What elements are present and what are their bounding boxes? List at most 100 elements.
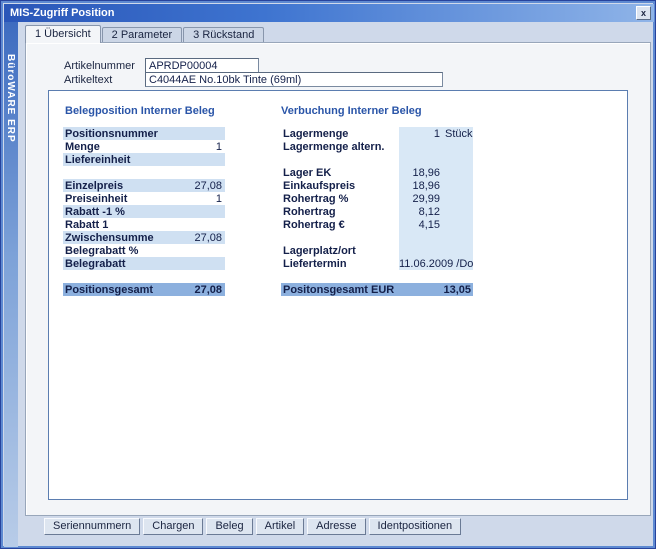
row-label: Einzelpreis [63,180,171,192]
table-row: Einkaufspreis18,96 [281,179,473,192]
row-label: Rabatt 1 [63,219,171,231]
row-label: Belegrabatt % [63,245,171,257]
row-value: 27,08 [171,232,225,244]
table-row: Preiseinheit1 [63,192,225,205]
tab-parameter[interactable]: 2 Parameter [102,27,183,43]
tab-rueckstand[interactable]: 3 Rückstand [183,27,264,43]
row-label: Liefertermin [281,258,399,270]
tab-uebersicht[interactable]: 1 Übersicht [25,25,101,43]
artikeltext-label: Artikeltext [64,74,112,86]
position-detail-panel: Belegposition Interner Beleg Verbuchung … [48,90,628,500]
table-row [63,270,225,283]
table-row: Belegrabatt [63,257,225,270]
table-row [281,231,473,244]
close-button[interactable]: x [636,6,651,20]
right-rows: Lagermenge1Stück Lagermenge altern. Lage… [281,127,473,296]
row-label: Positonsgesamt EUR [281,284,399,296]
table-row: Lagermenge altern. [281,140,473,153]
table-row: Lagermenge1Stück [281,127,473,140]
row-label: Rohertrag [281,206,399,218]
row-value: 1 [399,128,440,140]
row-label: Lager EK [281,167,399,179]
row-label: Rabatt -1 % [63,206,171,218]
row-value: 11.06.2009 /Do [399,258,475,270]
row-label: Zwischensumme [63,232,171,244]
table-row: Rohertrag %29,99 [281,192,473,205]
table-row: Zwischensumme27,08 [63,231,225,244]
row-field: 13,05 [399,283,473,296]
row-value: 13,05 [399,284,473,296]
window-title: MIS-Zugriff Position [10,7,114,19]
row-value: 29,99 [399,193,440,205]
row-value: 1 [171,141,225,153]
row-field: 18,96 [399,179,473,192]
row-value: 27,08 [171,284,225,296]
row-value: 18,96 [399,180,440,192]
row-label: Liefereinheit [63,154,171,166]
row-value: 1 [171,193,225,205]
brand-vertical-text: BüroWARE ERP [5,54,16,143]
close-icon: x [641,8,646,18]
artikelnummer-label: Artikelnummer [64,60,135,72]
row-field: 8,12 [399,205,473,218]
row-label: Einkaufspreis [281,180,399,192]
table-row: Positionsnummer [63,127,225,140]
table-row: Rabatt 1 [63,218,225,231]
dialog-body: 1 Übersicht 2 Parameter 3 Rückstand Arti… [18,22,654,547]
right-column-header: Verbuchung Interner Beleg [281,105,422,117]
table-row: Liefertermin11.06.2009 /Do [281,257,473,270]
row-field [399,231,473,244]
chargen-button[interactable]: Chargen [143,518,203,535]
artikel-button[interactable]: Artikel [256,518,305,535]
artikelnummer-input[interactable] [145,58,259,73]
table-row: Rabatt -1 % [63,205,225,218]
row-value: 4,15 [399,219,440,231]
table-row [63,166,225,179]
total-row: Positonsgesamt EUR13,05 [281,283,473,296]
dialog-window: MIS-Zugriff Position x BüroWARE ERP 1 Üb… [0,0,656,549]
table-row: Lagerplatz/ort [281,244,473,257]
row-label: Positionsnummer [63,128,171,140]
row-value: 18,96 [399,167,440,179]
row-label: Lagerplatz/ort [281,245,399,257]
row-field: 18,96 [399,166,473,179]
row-field: 4,15 [399,218,473,231]
row-value: 27,08 [171,180,225,192]
table-row: Liefereinheit [63,153,225,166]
identpositionen-button[interactable]: Identpositionen [369,518,462,535]
table-row: Belegrabatt % [63,244,225,257]
tab-bar: 1 Übersicht 2 Parameter 3 Rückstand [25,25,265,43]
row-field: 29,99 [399,192,473,205]
row-field: 11.06.2009 /Do [399,257,473,270]
adresse-button[interactable]: Adresse [307,518,365,535]
table-row: Menge1 [63,140,225,153]
row-value: 8,12 [399,206,440,218]
total-row: Positionsgesamt27,08 [63,283,225,296]
row-field [399,153,473,166]
bottom-button-bar: Seriennummern Chargen Beleg Artikel Adre… [44,518,461,535]
row-label: Menge [63,141,171,153]
table-row: Einzelpreis27,08 [63,179,225,192]
beleg-button[interactable]: Beleg [206,518,252,535]
row-label: Rohertrag € [281,219,399,231]
table-row: Rohertrag8,12 [281,205,473,218]
table-row: Lager EK18,96 [281,166,473,179]
left-column-header: Belegposition Interner Beleg [65,105,215,117]
artikeltext-input[interactable] [145,72,443,87]
row-field: 1Stück [399,127,473,140]
tab-page-uebersicht: Artikelnummer Artikeltext Belegposition … [25,42,651,516]
row-label: Lagermenge altern. [281,141,399,153]
row-field [399,270,473,283]
table-row [281,153,473,166]
row-label: Preiseinheit [63,193,171,205]
row-field [399,140,473,153]
row-label: Lagermenge [281,128,399,140]
brand-strip: BüroWARE ERP [4,22,18,547]
row-unit: Stück [440,128,473,140]
left-rows: Positionsnummer Menge1 Liefereinheit Ein… [63,127,225,296]
seriennummern-button[interactable]: Seriennummern [44,518,140,535]
row-label: Belegrabatt [63,258,171,270]
row-field [399,244,473,257]
title-bar: MIS-Zugriff Position x [4,4,654,22]
row-label: Positionsgesamt [63,284,171,296]
